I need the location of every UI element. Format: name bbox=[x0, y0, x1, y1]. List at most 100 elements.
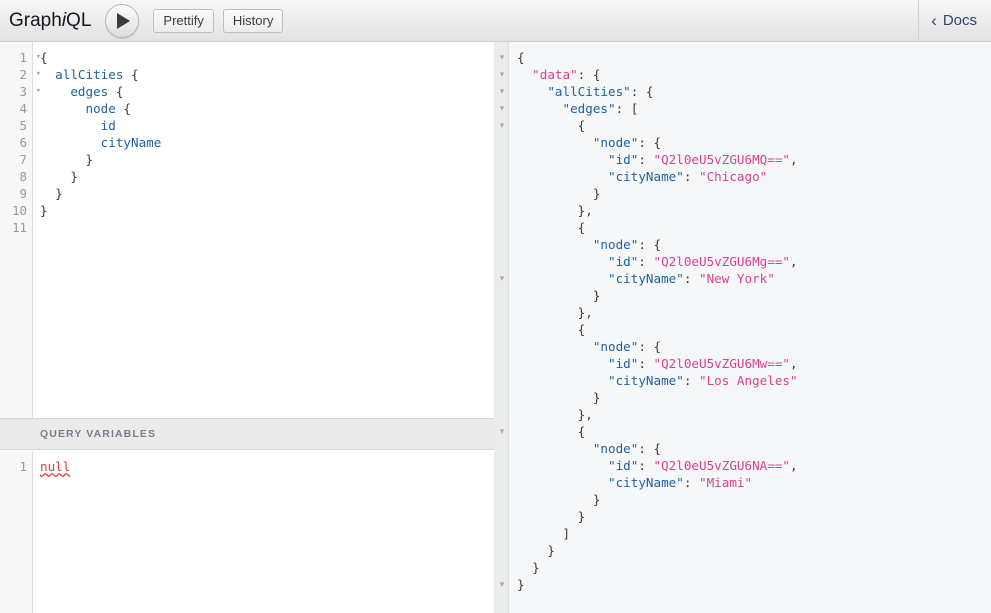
code-token: "Chicago" bbox=[699, 169, 768, 184]
code-token: { bbox=[653, 135, 662, 150]
code-line: } bbox=[40, 151, 494, 168]
code-token: } bbox=[532, 560, 540, 575]
code-line: allCities { bbox=[40, 66, 494, 83]
code-token: , bbox=[585, 203, 593, 218]
code-line: } bbox=[40, 168, 494, 185]
code-token: : bbox=[638, 356, 654, 371]
code-token: : bbox=[683, 271, 699, 286]
code-token: : bbox=[638, 152, 654, 167]
code-token: { bbox=[577, 118, 586, 133]
code-token: "cityName" bbox=[608, 271, 684, 286]
chevron-left-icon: ‹ bbox=[931, 11, 937, 30]
code-line: } bbox=[517, 559, 991, 576]
query-editor[interactable]: 1 ▾ 2 ▾ 3 ▾ 4 5 6 7 8 9 10 11 { allCities { edges { n… bbox=[0, 42, 494, 418]
code-line: } bbox=[517, 576, 991, 593]
code-token: "id" bbox=[608, 356, 639, 371]
query-variables-label: QUERY VARIABLES bbox=[40, 428, 157, 440]
code-token: } bbox=[577, 509, 586, 524]
code-token: { bbox=[653, 441, 662, 456]
result-fold-gutter[interactable]: ▾ ▾ ▾ ▾ ▾ ▾ ▾ ▾ bbox=[494, 42, 509, 613]
code-token: id bbox=[100, 118, 116, 133]
code-line: ] bbox=[517, 525, 991, 542]
line-number: 1 bbox=[19, 459, 27, 474]
history-button[interactable]: History bbox=[222, 8, 284, 33]
code-token: : bbox=[638, 254, 654, 269]
docs-label: Docs bbox=[942, 12, 977, 29]
code-line: "id": "Q2l0eU5vZGU6Mw==", bbox=[517, 355, 991, 372]
line-number: 7 bbox=[19, 152, 27, 167]
fold-arrow-icon[interactable]: ▾ bbox=[497, 423, 507, 440]
code-token: } bbox=[592, 390, 601, 405]
code-token: } bbox=[40, 203, 48, 218]
code-token: edges bbox=[70, 84, 116, 99]
code-line: id bbox=[40, 117, 494, 134]
line-number: 6 bbox=[19, 135, 27, 150]
code-token: { bbox=[115, 84, 124, 99]
code-token: : bbox=[638, 458, 654, 473]
code-token: "node" bbox=[592, 135, 639, 150]
code-token: "New York" bbox=[699, 271, 775, 286]
code-line: }, bbox=[517, 202, 991, 219]
code-line: "cityName": "Miami" bbox=[517, 474, 991, 491]
fold-arrow-icon[interactable]: ▾ bbox=[497, 270, 507, 287]
code-token: { bbox=[517, 50, 525, 65]
code-token: "data" bbox=[532, 67, 578, 82]
code-token: } bbox=[547, 543, 555, 558]
query-code[interactable]: { allCities { edges { node { id cityName… bbox=[40, 49, 494, 236]
line-number: 2 ▾ bbox=[19, 67, 41, 82]
code-token: { bbox=[653, 339, 662, 354]
query-variables-editor[interactable]: 1 null bbox=[0, 451, 494, 613]
code-token: "node" bbox=[592, 237, 639, 252]
code-token: [ bbox=[630, 101, 639, 116]
code-token: , bbox=[790, 458, 798, 473]
code-line: } bbox=[517, 491, 991, 508]
code-token: { bbox=[131, 67, 139, 82]
result-code: { "data": { "allCities": { "edges": [ { … bbox=[517, 49, 991, 593]
fold-arrow-icon[interactable]: ▾ bbox=[497, 576, 507, 593]
code-token: } bbox=[592, 288, 601, 303]
code-token: } bbox=[592, 492, 601, 507]
fold-arrow-icon[interactable]: ▾ bbox=[497, 117, 507, 134]
code-token: ] bbox=[562, 526, 571, 541]
query-gutter: 1 ▾ 2 ▾ 3 ▾ 4 5 6 7 8 9 10 11 bbox=[0, 42, 41, 418]
logo-prefix: Graph bbox=[9, 9, 62, 31]
execute-query-button[interactable] bbox=[105, 3, 140, 38]
code-line: { bbox=[517, 321, 991, 338]
code-line: cityName bbox=[40, 134, 494, 151]
line-number: 4 bbox=[19, 101, 27, 116]
line-number: 5 bbox=[19, 118, 27, 133]
query-variables-header[interactable]: QUERY VARIABLES bbox=[0, 418, 494, 450]
code-line: node { bbox=[40, 100, 494, 117]
code-token: "Q2l0eU5vZGU6NA==" bbox=[653, 458, 790, 473]
variables-code[interactable]: null bbox=[40, 458, 494, 475]
code-token: "Los Angeles" bbox=[699, 373, 798, 388]
fold-arrow-icon[interactable]: ▾ bbox=[497, 83, 507, 100]
docs-button[interactable]: ‹ Docs bbox=[918, 0, 991, 42]
prettify-button[interactable]: Prettify bbox=[153, 8, 214, 33]
code-line: { bbox=[517, 49, 991, 66]
code-token: } bbox=[70, 169, 78, 184]
code-line: "node": { bbox=[517, 236, 991, 253]
code-token: cityName bbox=[100, 135, 162, 150]
code-line: "id": "Q2l0eU5vZGU6Mg==", bbox=[517, 253, 991, 270]
code-token: "id" bbox=[608, 458, 639, 473]
code-line: } bbox=[517, 389, 991, 406]
code-token: "Q2l0eU5vZGU6Mw==" bbox=[653, 356, 790, 371]
fold-arrow-icon[interactable]: ▾ bbox=[497, 49, 507, 66]
code-line: "cityName": "Los Angeles" bbox=[517, 372, 991, 389]
code-token: allCities bbox=[55, 67, 131, 82]
code-token: : bbox=[683, 373, 699, 388]
fold-arrow-icon[interactable]: ▾ bbox=[497, 100, 507, 117]
code-line: null bbox=[40, 458, 494, 475]
result-viewer[interactable]: { "data": { "allCities": { "edges": [ { … bbox=[509, 42, 991, 613]
editor-pane: 1 ▾ 2 ▾ 3 ▾ 4 5 6 7 8 9 10 11 { allCities { edges { n… bbox=[0, 42, 494, 613]
code-token: { bbox=[577, 424, 586, 439]
fold-arrow-icon[interactable]: ▾ bbox=[497, 66, 507, 83]
play-triangle-icon bbox=[117, 12, 131, 29]
code-line: "node": { bbox=[517, 440, 991, 457]
code-line: }, bbox=[517, 406, 991, 423]
code-token: : bbox=[683, 169, 699, 184]
code-token: "edges" bbox=[562, 101, 616, 116]
code-line: { bbox=[517, 117, 991, 134]
code-line: "cityName": "New York" bbox=[517, 270, 991, 287]
